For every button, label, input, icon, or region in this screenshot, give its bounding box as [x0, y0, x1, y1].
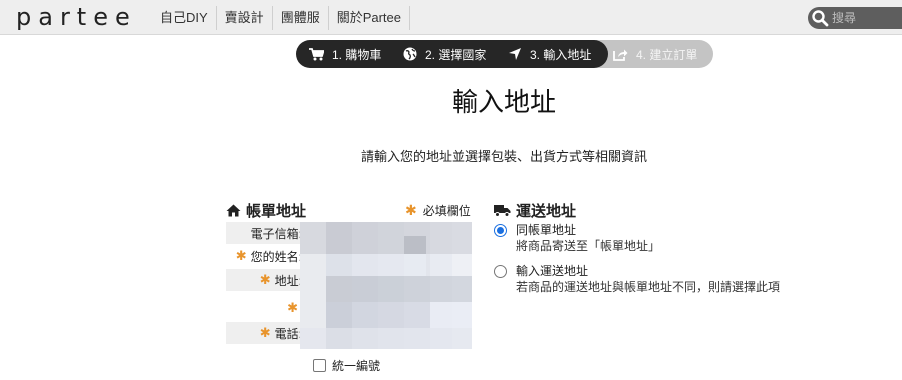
- field-label-phone: ✱ 電話:: [226, 322, 304, 344]
- step-address-label: 3. 輸入地址: [530, 47, 592, 62]
- search-input[interactable]: [832, 10, 898, 26]
- option-same-desc: 將商品寄送至「帳單地址」: [516, 239, 661, 253]
- tax-id-checkbox[interactable]: [313, 359, 326, 372]
- field-label-address-line2: ✱: [226, 297, 304, 319]
- email-label: 電子信箱:: [250, 226, 302, 241]
- step-cart[interactable]: 1. 購物車: [309, 40, 381, 68]
- redacted-billing-inputs[interactable]: [300, 222, 472, 349]
- shipping-heading: 運送地址: [494, 200, 576, 221]
- field-label-address: ✱ 地址:: [226, 269, 304, 291]
- radio-enter-shipping-address[interactable]: [494, 265, 507, 278]
- step-address[interactable]: 3. 輸入地址: [508, 40, 591, 68]
- option-custom-desc: 若商品的運送地址與帳單地址不同，則請選擇此項: [516, 280, 781, 294]
- shipping-option-same[interactable]: 同帳單地址 將商品寄送至「帳單地址」: [494, 222, 660, 254]
- tax-id-checkbox-row[interactable]: 統一編號: [313, 357, 380, 374]
- phone-label: 電話:: [274, 326, 302, 341]
- shipping-heading-label: 運送地址: [516, 203, 577, 220]
- search-box: [808, 7, 902, 29]
- page-title: 輸入地址: [451, 87, 556, 117]
- brand-logo[interactable]: partee: [16, 3, 137, 31]
- address-label: 地址:: [274, 273, 302, 288]
- truck-icon: [494, 205, 511, 217]
- nav-item-diy[interactable]: 自己DIY: [152, 6, 217, 30]
- share-icon: [613, 49, 628, 61]
- field-label-name: ✱ 您的姓名:: [226, 245, 304, 267]
- nav-item-group-clothing[interactable]: 團體服: [273, 6, 329, 30]
- step-create-order[interactable]: 4. 建立訂單: [613, 40, 697, 68]
- step-country[interactable]: 2. 選擇國家: [403, 40, 486, 68]
- required-star-icon: ✱: [259, 325, 271, 340]
- tax-id-label: 統一編號: [332, 359, 381, 373]
- option-same-title: 同帳單地址: [516, 223, 577, 237]
- main-nav: 自己DIY 賣設計 團體服 關於Partee: [152, 6, 411, 30]
- required-star-icon: ✱: [259, 272, 271, 287]
- step-create-order-label: 4. 建立訂單: [636, 47, 698, 62]
- required-star-icon: ✱: [405, 202, 417, 218]
- top-navigation-bar: partee 自己DIY 賣設計 團體服 關於Partee: [0, 0, 902, 35]
- step-country-label: 2. 選擇國家: [425, 47, 487, 62]
- required-star-icon: ✱: [287, 300, 298, 315]
- cart-icon: [309, 47, 324, 60]
- nav-item-sell-design[interactable]: 賣設計: [217, 6, 273, 30]
- field-label-email: 電子信箱:: [226, 222, 304, 244]
- billing-heading: 帳單地址: [226, 200, 306, 221]
- globe-icon: [403, 47, 417, 61]
- required-field-note: ✱ 必填欄位: [405, 202, 471, 219]
- required-field-note-label: 必填欄位: [422, 204, 471, 218]
- page-subtitle: 請輸入您的地址並選擇包裝、出貨方式等相關資訊: [360, 149, 647, 164]
- billing-heading-label: 帳單地址: [246, 203, 307, 220]
- shipping-option-custom[interactable]: 輸入運送地址 若商品的運送地址與帳單地址不同，則請選擇此項: [494, 263, 780, 295]
- required-star-icon: ✱: [235, 248, 247, 263]
- radio-same-as-billing[interactable]: [494, 224, 507, 237]
- option-custom-title: 輸入運送地址: [516, 264, 589, 278]
- search-icon[interactable]: [811, 9, 829, 27]
- checkout-steps: 1. 購物車 2. 選擇國家 3. 輸入地址 4. 建立訂單: [296, 40, 713, 68]
- step-cart-label: 1. 購物車: [332, 47, 382, 62]
- nav-item-about[interactable]: 關於Partee: [329, 6, 411, 30]
- name-label: 您的姓名:: [250, 249, 302, 264]
- home-icon: [226, 204, 241, 217]
- location-arrow-icon: [509, 48, 521, 60]
